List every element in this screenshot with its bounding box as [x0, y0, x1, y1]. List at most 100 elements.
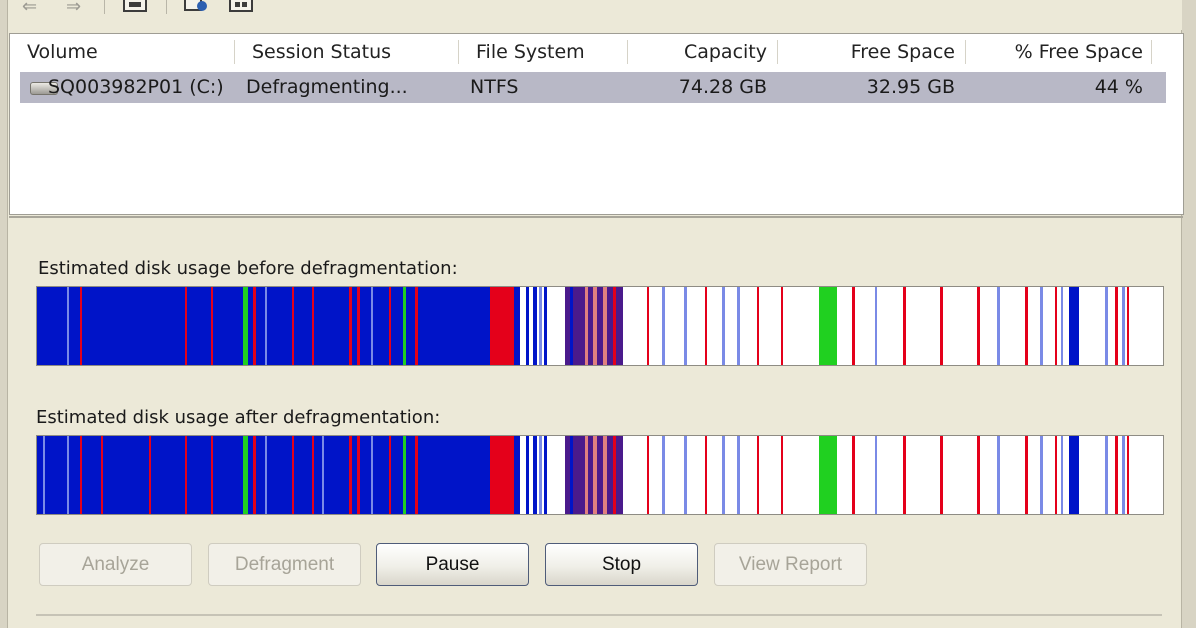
disk-cluster-segment	[37, 287, 490, 365]
disk-cluster-segment	[80, 436, 82, 514]
disk-cluster-segment	[37, 436, 490, 514]
disk-cluster-segment	[544, 287, 547, 365]
disk-cluster-segment	[389, 436, 391, 514]
disk-cluster-segment	[1055, 436, 1057, 514]
column-header-volume[interactable]: Volume	[27, 34, 98, 70]
properties-icon[interactable]	[120, 0, 150, 14]
disk-cluster-segment	[1115, 436, 1118, 514]
disk-cluster-segment	[940, 436, 943, 514]
disk-cluster-segment	[526, 287, 529, 365]
disk-cluster-segment	[1105, 287, 1108, 365]
disk-cluster-segment	[539, 436, 542, 514]
disk-cluster-segment	[997, 436, 1000, 514]
disk-cluster-segment	[529, 436, 533, 514]
column-separator[interactable]	[458, 40, 459, 64]
disk-cluster-segment	[389, 287, 391, 365]
console-icon[interactable]	[226, 0, 256, 14]
disk-cluster-segment	[613, 287, 616, 365]
disk-cluster-segment	[253, 436, 256, 514]
disk-cluster-segment	[623, 436, 1163, 514]
pane-divider[interactable]	[9, 216, 1183, 218]
disk-cluster-segment	[852, 287, 855, 365]
disk-defragmenter-window: ⇐ ⇒ Volume Session Status File System Ca…	[0, 0, 1196, 628]
disk-cluster-segment	[570, 436, 573, 514]
disk-cluster-segment	[1040, 287, 1043, 365]
toolbar-separator	[166, 0, 167, 14]
column-header-capacity[interactable]: Capacity	[627, 34, 767, 70]
column-header-row: Volume Session Status File System Capaci…	[10, 34, 1183, 70]
column-separator[interactable]	[1151, 40, 1152, 64]
disk-cluster-segment	[1025, 287, 1028, 365]
disk-cluster-segment	[514, 436, 520, 514]
disk-cluster-segment	[357, 436, 360, 514]
disk-cluster-segment	[349, 436, 352, 514]
disk-usage-before-bar	[36, 286, 1164, 366]
column-header-file-system[interactable]: File System	[476, 34, 585, 70]
disk-cluster-segment	[684, 287, 687, 365]
disk-cluster-segment	[722, 287, 725, 365]
disk-cluster-segment	[526, 436, 529, 514]
disk-cluster-segment	[603, 436, 607, 514]
column-separator[interactable]	[234, 40, 235, 64]
disk-cluster-segment	[603, 287, 607, 365]
disk-cluster-segment	[185, 287, 187, 365]
disk-cluster-segment	[819, 436, 837, 514]
disk-cluster-segment	[292, 287, 294, 365]
file-system: NTFS	[470, 76, 519, 98]
volume-row[interactable]: SQ003982P01 (C:) Defragmenting... NTFS 7…	[20, 72, 1166, 103]
disk-usage-after-graphic	[37, 436, 1163, 514]
help-icon[interactable]	[182, 0, 210, 14]
disk-cluster-segment	[537, 436, 539, 514]
disk-cluster-segment	[781, 287, 783, 365]
disk-cluster-segment	[253, 287, 256, 365]
disk-cluster-segment	[1069, 287, 1079, 365]
disk-cluster-segment	[490, 287, 514, 365]
disk-cluster-segment	[819, 287, 837, 365]
defragment-button[interactable]: Defragment	[208, 543, 361, 586]
disk-cluster-segment	[43, 436, 45, 514]
disk-cluster-segment	[647, 287, 649, 365]
disk-cluster-segment	[539, 287, 542, 365]
column-header-free-space[interactable]: Free Space	[777, 34, 955, 70]
view-report-button[interactable]: View Report	[714, 543, 867, 586]
back-arrow-icon[interactable]: ⇐	[22, 0, 46, 14]
disk-cluster-segment	[265, 287, 267, 365]
disk-cluster-segment	[647, 436, 649, 514]
session-status: Defragmenting...	[246, 76, 408, 98]
free-space: 32.95 GB	[866, 76, 955, 98]
disk-cluster-segment	[490, 436, 514, 514]
forward-arrow-icon[interactable]: ⇒	[66, 0, 90, 14]
disk-cluster-segment	[265, 436, 267, 514]
column-header-percent-free-space[interactable]: % Free Space	[965, 34, 1143, 70]
disk-cluster-segment	[781, 436, 783, 514]
disk-cluster-segment	[542, 287, 544, 365]
volume-list[interactable]: Volume Session Status File System Capaci…	[9, 33, 1184, 215]
disk-cluster-segment	[520, 436, 526, 514]
disk-cluster-segment	[415, 436, 418, 514]
disk-cluster-segment	[570, 287, 573, 365]
disk-usage-before-graphic	[37, 287, 1163, 365]
column-header-session-status[interactable]: Session Status	[252, 34, 391, 70]
disk-cluster-segment	[514, 287, 520, 365]
pause-button[interactable]: Pause	[376, 543, 529, 586]
disk-cluster-segment	[662, 436, 665, 514]
after-defrag-label: Estimated disk usage after defragmentati…	[36, 407, 441, 428]
disk-cluster-segment	[243, 436, 248, 514]
disk-cluster-segment	[623, 287, 1163, 365]
before-defrag-label: Estimated disk usage before defragmentat…	[38, 258, 458, 279]
disk-cluster-segment	[1115, 287, 1118, 365]
disk-cluster-segment	[1127, 287, 1129, 365]
stop-button[interactable]: Stop	[545, 543, 698, 586]
disk-cluster-segment	[67, 436, 69, 514]
disk-cluster-segment	[940, 287, 943, 365]
disk-cluster-segment	[371, 436, 373, 514]
disk-cluster-segment	[67, 287, 69, 365]
disk-cluster-segment	[185, 436, 187, 514]
disk-cluster-segment	[705, 436, 707, 514]
bottom-separator	[36, 614, 1162, 616]
disk-cluster-segment	[737, 287, 740, 365]
disk-cluster-segment	[585, 436, 588, 514]
disk-cluster-segment	[662, 287, 665, 365]
disk-cluster-segment	[903, 287, 906, 365]
analyze-button[interactable]: Analyze	[39, 543, 192, 586]
